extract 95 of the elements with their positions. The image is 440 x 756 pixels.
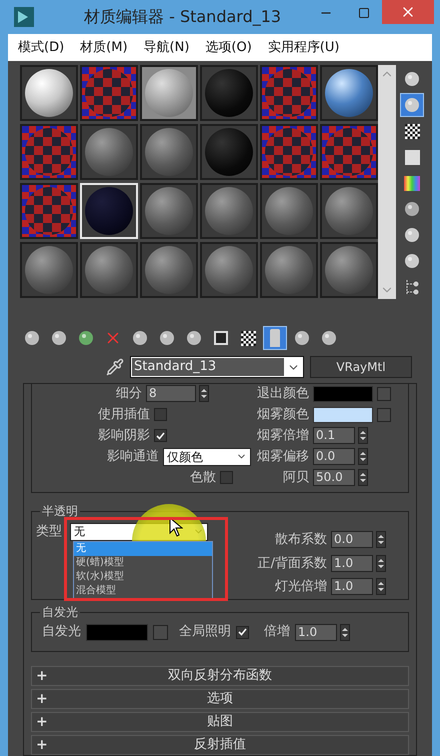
number-field[interactable]: 0.0	[313, 448, 355, 465]
eyedropper-icon[interactable]	[106, 358, 124, 376]
checkbox[interactable]	[236, 626, 249, 639]
spinner-arrows[interactable]	[358, 448, 368, 465]
field-label: 影响通道	[107, 448, 159, 466]
subdivs-field[interactable]: 8	[146, 385, 196, 402]
sphere-preview	[145, 246, 193, 294]
field-label: 烟雾颜色	[256, 406, 309, 424]
spinner-arrows[interactable]	[376, 578, 386, 596]
spinner-arrows[interactable]	[340, 624, 350, 641]
checkbox[interactable]	[154, 408, 167, 421]
sphere-preview	[85, 246, 133, 294]
field-label: 影响阴影	[98, 426, 150, 445]
expand-sign[interactable]: +	[36, 688, 50, 710]
number-field[interactable]: 0.1	[313, 427, 355, 444]
app-logo-icon	[14, 7, 34, 27]
menu-item[interactable]: 选项(O)	[205, 38, 252, 58]
rollout-header[interactable]: + 反射插值	[31, 735, 409, 755]
number-field[interactable]: 50.0	[313, 469, 355, 486]
expand-sign[interactable]: +	[36, 712, 50, 732]
field-label: 倍增	[264, 623, 290, 642]
field-label: 退出颜色	[256, 384, 309, 403]
sphere-preview	[145, 128, 193, 176]
spinner-arrows[interactable]	[376, 531, 386, 548]
sphere-preview	[205, 187, 253, 235]
spinner-arrows[interactable]	[376, 554, 386, 572]
dropdown-option[interactable]: 硬(蜡)模型	[74, 556, 212, 570]
channel-dropdown[interactable]: 仅颜色	[163, 448, 251, 466]
field-label: 阿贝	[282, 468, 309, 487]
rollout-title: 反射插值	[194, 736, 246, 754]
field-label: 色散	[190, 468, 216, 487]
field-label: 烟雾偏移	[256, 448, 309, 466]
color-swatch[interactable]	[313, 386, 373, 402]
menu-item[interactable]: 模式(D)	[18, 38, 64, 58]
sphere-preview	[265, 187, 313, 235]
rollout-title: 选项	[207, 690, 233, 708]
rollout-header[interactable]: + 选项	[31, 689, 409, 709]
field-label: 散布系数	[275, 531, 327, 550]
expand-sign[interactable]: +	[36, 734, 50, 756]
mouse-cursor-icon	[169, 517, 183, 538]
sphere-preview	[325, 128, 373, 176]
sphere-preview	[265, 128, 313, 176]
spinner-arrows[interactable]	[358, 427, 368, 444]
expand-sign[interactable]: +	[36, 666, 50, 686]
field-label: 自发光	[42, 623, 81, 642]
sphere-preview	[325, 69, 373, 117]
sphere-preview	[265, 69, 313, 117]
color-swatch[interactable]	[86, 624, 148, 641]
field-label: 灯光倍增	[275, 578, 327, 596]
number-field[interactable]: 1.0	[331, 578, 373, 596]
sphere-preview	[205, 246, 253, 294]
sphere-preview	[325, 246, 373, 294]
rollout-title: 贴图	[207, 713, 233, 732]
sphere-preview	[25, 128, 73, 176]
rollout-title: 双向反射分布函数	[168, 667, 272, 686]
sphere-preview	[145, 187, 193, 235]
menu-item[interactable]: 材质(M)	[80, 38, 128, 58]
field-label: 烟雾倍增	[256, 426, 309, 445]
window-title: 材质编辑器 - Standard_13	[84, 6, 282, 28]
field-label: 细分	[116, 384, 142, 403]
maximize-icon	[358, 7, 370, 19]
number-field[interactable]: 1.0	[295, 624, 337, 641]
field-label: 类型	[36, 523, 62, 542]
field-label: 全局照明	[179, 623, 231, 642]
material-slot[interactable]	[320, 65, 378, 121]
rollout-header[interactable]: + 贴图	[31, 712, 409, 732]
sphere-preview	[145, 69, 193, 117]
menu-item[interactable]: 导航(N)	[144, 38, 190, 58]
material-type-button[interactable]: VRayMtl	[310, 356, 412, 378]
sphere-preview	[25, 246, 73, 294]
dropdown-option[interactable]: 软(水)模型	[74, 570, 212, 584]
sphere-preview	[85, 187, 133, 235]
spinner-arrows[interactable]	[199, 385, 209, 402]
sphere-preview	[205, 69, 253, 117]
checkbox[interactable]	[220, 471, 233, 484]
spinner-arrows[interactable]	[358, 469, 368, 486]
color-swatch[interactable]	[313, 406, 373, 422]
sphere-preview	[205, 128, 253, 176]
rollout-header[interactable]: + 双向反射分布函数	[31, 666, 409, 686]
number-field[interactable]: 1.0	[331, 554, 373, 572]
sphere-preview	[85, 69, 133, 117]
menu-item[interactable]: 实用程序(U)	[268, 38, 340, 58]
sphere-preview	[25, 69, 73, 117]
dropdown-option[interactable]: 混合模型	[74, 584, 212, 598]
material-slot[interactable]	[20, 65, 78, 121]
number-field[interactable]: 0.0	[331, 531, 373, 548]
field-label: 正/背面系数	[258, 554, 327, 573]
sphere-preview	[85, 128, 133, 176]
sphere-preview	[325, 187, 373, 235]
checkbox[interactable]	[154, 429, 167, 442]
sphere-preview	[265, 246, 313, 294]
material-name-field[interactable]: Standard_13	[130, 356, 304, 378]
sphere-preview	[25, 187, 73, 235]
material-slot[interactable]	[140, 65, 198, 121]
field-label: 使用插值	[98, 406, 150, 424]
